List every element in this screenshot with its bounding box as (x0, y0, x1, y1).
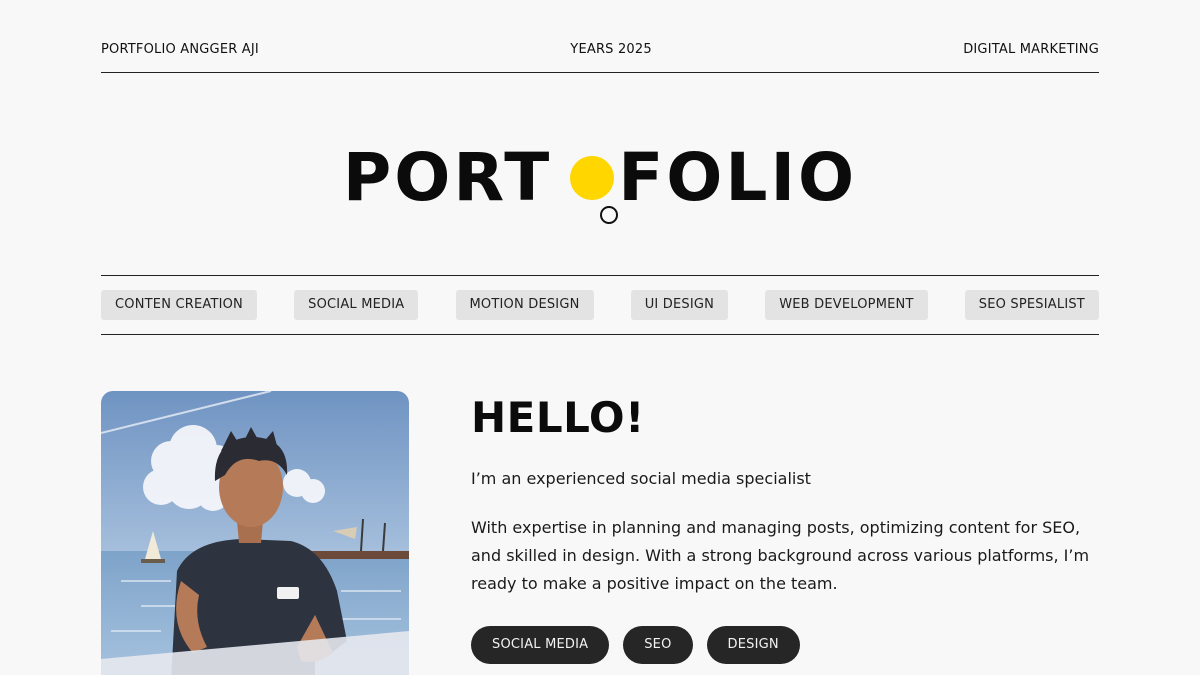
skill-chip[interactable]: CONTEN CREATION (101, 290, 257, 320)
yellow-dot-icon (570, 156, 615, 200)
profile-photo (101, 391, 409, 675)
skill-chip[interactable]: SEO SPESIALIST (964, 290, 1099, 320)
tag-social-media[interactable]: SOCIAL MEDIA (471, 626, 610, 664)
title-part-right: FOLIO (618, 139, 858, 216)
hero-title: PORT FOLIO (0, 138, 1200, 224)
skill-chip[interactable]: WEB DEVELOPMENT (765, 290, 928, 320)
title-part-left: PORT (342, 139, 553, 216)
skill-chip[interactable]: SOCIAL MEDIA (294, 290, 419, 320)
portrait-illustration (101, 391, 409, 675)
intro-text: I’m an experienced social media speciali… (471, 469, 811, 488)
skill-chip[interactable]: MOTION DESIGN (455, 290, 594, 320)
tag-design[interactable]: DESIGN (706, 626, 800, 664)
title-dot-decoration (556, 142, 619, 224)
site-owner-label[interactable]: PORTFOLIO ANGGER AJI (101, 40, 259, 60)
top-bar: PORTFOLIO ANGGER AJI YEARS 2025 DIGITAL … (101, 40, 1099, 73)
cursor-ring-icon (600, 206, 619, 224)
tag-seo[interactable]: SEO (623, 626, 693, 664)
hello-heading: HELLO! (471, 393, 645, 442)
skills-strip: CONTEN CREATION SOCIAL MEDIA MOTION DESI… (101, 275, 1099, 335)
tag-list: SOCIAL MEDIA SEO DESIGN (471, 626, 800, 664)
description-text: With expertise in planning and managing … (471, 518, 1090, 593)
year-label: YEARS 2025 (570, 42, 652, 57)
specialty-label[interactable]: DIGITAL MARKETING (963, 40, 1099, 60)
skill-chip[interactable]: UI DESIGN (630, 290, 729, 320)
